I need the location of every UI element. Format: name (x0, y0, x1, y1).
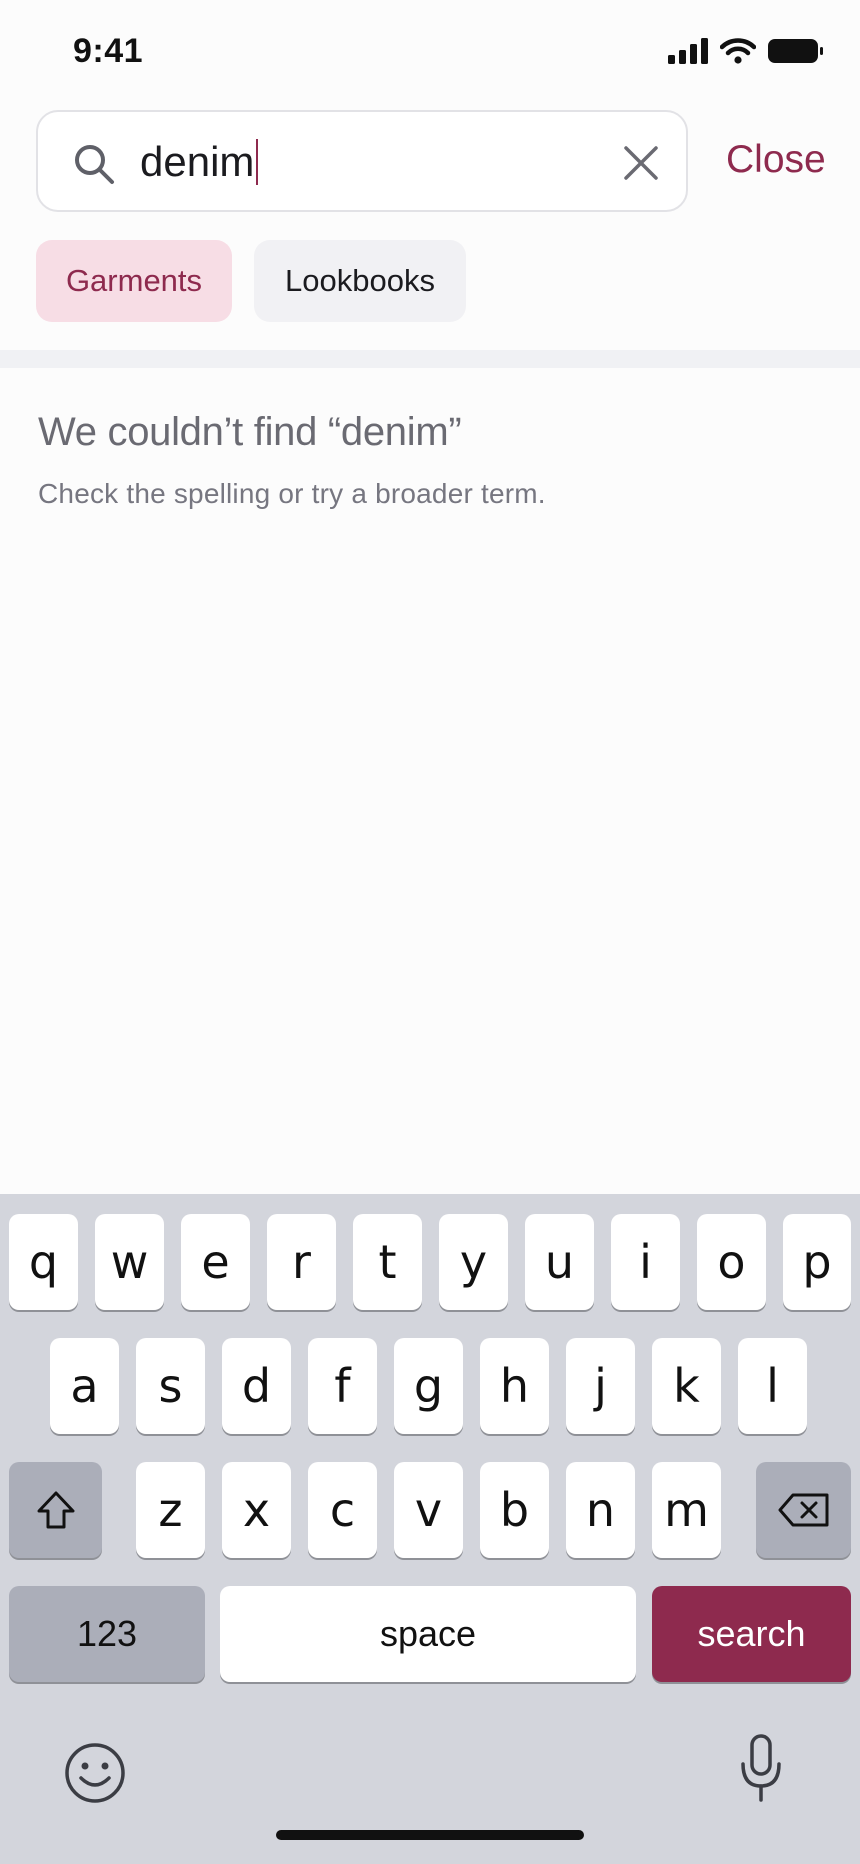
key-y[interactable]: y (439, 1214, 508, 1310)
key-u[interactable]: u (525, 1214, 594, 1310)
key-g[interactable]: g (394, 1338, 463, 1434)
filter-chip-lookbooks[interactable]: Lookbooks (254, 240, 466, 322)
search-query[interactable]: denim (140, 138, 259, 186)
filter-chip-garments[interactable]: Garments (36, 240, 232, 322)
backspace-key[interactable] (756, 1462, 851, 1558)
shift-icon (37, 1491, 74, 1529)
status-icons (668, 38, 824, 64)
status-bar: 9:41 (0, 0, 860, 100)
key-s[interactable]: s (136, 1338, 205, 1434)
backspace-icon (778, 1493, 828, 1527)
key-a[interactable]: a (50, 1338, 119, 1434)
key-p[interactable]: p (783, 1214, 851, 1310)
empty-state-title: We couldn’t find “denim” (38, 410, 462, 454)
key-r[interactable]: r (267, 1214, 336, 1310)
key-c[interactable]: c (308, 1462, 377, 1558)
cellular-signal-icon (668, 38, 708, 64)
key-h[interactable]: h (480, 1338, 549, 1434)
microphone-icon[interactable] (738, 1734, 784, 1804)
key-x[interactable]: x (222, 1462, 291, 1558)
search-key[interactable]: search (652, 1586, 851, 1682)
emoji-icon[interactable] (64, 1742, 126, 1804)
numbers-key[interactable]: 123 (9, 1586, 205, 1682)
key-k[interactable]: k (652, 1338, 721, 1434)
key-q[interactable]: q (9, 1214, 78, 1310)
key-e[interactable]: e (181, 1214, 250, 1310)
close-icon[interactable] (622, 144, 660, 182)
search-icon (75, 145, 114, 184)
key-f[interactable]: f (308, 1338, 377, 1434)
key-n[interactable]: n (566, 1462, 635, 1558)
section-divider (0, 350, 860, 368)
keyboard: q w e r t y u i o p a s d f g h j k l z … (0, 1194, 860, 1864)
search-input[interactable]: denim (36, 110, 688, 212)
key-z[interactable]: z (136, 1462, 205, 1558)
wifi-icon (720, 38, 756, 64)
search-query-text: denim (140, 138, 255, 185)
key-t[interactable]: t (353, 1214, 422, 1310)
battery-icon (768, 39, 823, 63)
key-l[interactable]: l (738, 1338, 807, 1434)
space-key[interactable]: space (220, 1586, 636, 1682)
key-v[interactable]: v (394, 1462, 463, 1558)
close-button[interactable]: Close (726, 138, 826, 182)
key-m[interactable]: m (652, 1462, 721, 1558)
text-caret (256, 139, 259, 185)
key-j[interactable]: j (566, 1338, 635, 1434)
key-o[interactable]: o (697, 1214, 766, 1310)
shift-key[interactable] (9, 1462, 102, 1558)
key-w[interactable]: w (95, 1214, 164, 1310)
key-d[interactable]: d (222, 1338, 291, 1434)
empty-state-subtitle: Check the spelling or try a broader term… (38, 478, 546, 509)
status-time: 9:41 (73, 32, 144, 70)
key-b[interactable]: b (480, 1462, 549, 1558)
key-i[interactable]: i (611, 1214, 680, 1310)
home-indicator (276, 1830, 584, 1840)
